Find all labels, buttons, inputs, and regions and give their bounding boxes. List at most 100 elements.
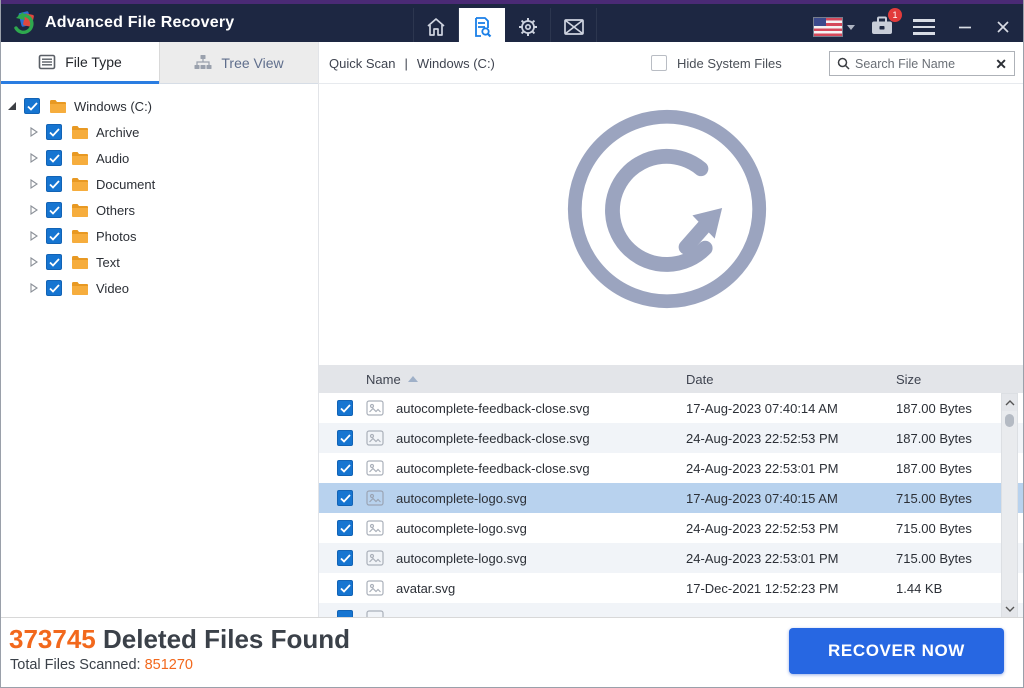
table-row-selected[interactable]: autocomplete-logo.svg 17-Aug-2023 07:40:… bbox=[319, 483, 1023, 513]
column-header-size[interactable]: Size bbox=[896, 372, 1023, 387]
scan-separator: | bbox=[404, 56, 407, 71]
tree-item-label: Video bbox=[96, 281, 129, 296]
tree-item-label: Photos bbox=[96, 229, 136, 244]
tree-checkbox[interactable] bbox=[46, 124, 62, 140]
row-checkbox[interactable] bbox=[337, 580, 353, 596]
tab-file-type[interactable]: File Type bbox=[1, 42, 159, 84]
titlebar-controls: 1 bbox=[814, 8, 1015, 46]
table-row[interactable]: autocomplete-feedback-close.svg 17-Aug-2… bbox=[319, 393, 1023, 423]
table-row[interactable]: avatar.svg 17-Dec-2021 12:52:23 PM 1.44 … bbox=[319, 573, 1023, 603]
chevron-down-icon bbox=[847, 25, 855, 30]
tree-root-windows-c[interactable]: Windows (C:) bbox=[1, 93, 318, 119]
tree-checkbox[interactable] bbox=[46, 254, 62, 270]
row-checkbox[interactable] bbox=[337, 550, 353, 566]
clear-search-icon[interactable]: ✕ bbox=[995, 57, 1007, 71]
table-row-partial[interactable] bbox=[319, 603, 1023, 618]
toolbox-button[interactable]: 1 bbox=[869, 13, 895, 42]
hide-system-files-checkbox[interactable] bbox=[651, 55, 667, 71]
table-row[interactable]: autocomplete-feedback-close.svg 24-Aug-2… bbox=[319, 453, 1023, 483]
scroll-up-button[interactable] bbox=[1002, 394, 1017, 411]
tree-checkbox[interactable] bbox=[46, 280, 62, 296]
tree-item-archive[interactable]: Archive bbox=[1, 119, 318, 145]
scan-type-label: Quick Scan bbox=[329, 56, 395, 71]
folder-tree: Windows (C:) Archive Audio Document bbox=[1, 84, 318, 301]
tree-item-others[interactable]: Others bbox=[1, 197, 318, 223]
chevron-down-icon bbox=[1005, 606, 1015, 612]
file-date: 17-Aug-2023 07:40:14 AM bbox=[686, 401, 896, 416]
folder-icon bbox=[71, 203, 89, 218]
expand-arrow-icon[interactable] bbox=[28, 231, 40, 241]
folder-icon bbox=[49, 99, 67, 114]
tree-item-label: Audio bbox=[96, 151, 129, 166]
recover-now-button[interactable]: RECOVER NOW bbox=[789, 628, 1004, 674]
scrollbar-thumb[interactable] bbox=[1005, 414, 1014, 427]
scanned-files-count: 851270 bbox=[145, 657, 193, 673]
expand-arrow-icon[interactable] bbox=[28, 153, 40, 163]
file-date: 24-Aug-2023 22:52:53 PM bbox=[686, 521, 896, 536]
collapse-arrow-icon[interactable] bbox=[6, 102, 18, 111]
titlebar: Advanced File Recovery bbox=[1, 0, 1023, 42]
folder-icon bbox=[71, 281, 89, 296]
tree-item-video[interactable]: Video bbox=[1, 275, 318, 301]
deleted-files-label: Deleted Files Found bbox=[103, 624, 350, 654]
menu-button[interactable] bbox=[909, 15, 939, 38]
table-row[interactable]: autocomplete-logo.svg 24-Aug-2023 22:53:… bbox=[319, 543, 1023, 573]
document-search-icon bbox=[470, 15, 494, 39]
tab-tree-view[interactable]: Tree View bbox=[159, 42, 318, 83]
folder-icon bbox=[71, 151, 89, 166]
scroll-down-button[interactable] bbox=[1002, 600, 1017, 617]
tree-item-audio[interactable]: Audio bbox=[1, 145, 318, 171]
expand-arrow-icon[interactable] bbox=[28, 179, 40, 189]
deleted-files-summary: 373745 Deleted Files Found bbox=[9, 624, 350, 655]
scanned-files-summary: Total Files Scanned: 851270 bbox=[10, 657, 193, 673]
settings-button[interactable] bbox=[505, 8, 551, 46]
tree-checkbox[interactable] bbox=[24, 98, 40, 114]
tree-checkbox[interactable] bbox=[46, 176, 62, 192]
row-checkbox[interactable] bbox=[337, 400, 353, 416]
file-name: autocomplete-feedback-close.svg bbox=[396, 461, 686, 476]
row-checkbox[interactable] bbox=[337, 430, 353, 446]
vertical-scrollbar[interactable] bbox=[1001, 393, 1018, 618]
mail-button[interactable] bbox=[551, 8, 597, 46]
folder-icon bbox=[71, 229, 89, 244]
search-input[interactable] bbox=[855, 57, 990, 71]
tree-item-photos[interactable]: Photos bbox=[1, 223, 318, 249]
file-name: autocomplete-logo.svg bbox=[396, 551, 686, 566]
view-tabs: File Type Tree View bbox=[1, 42, 318, 84]
folder-icon bbox=[71, 125, 89, 140]
table-header: Name Date Size bbox=[319, 365, 1023, 393]
tree-item-document[interactable]: Document bbox=[1, 171, 318, 197]
scan-results-tab[interactable] bbox=[459, 8, 505, 46]
column-header-name[interactable]: Name bbox=[366, 372, 686, 387]
search-icon bbox=[837, 57, 850, 70]
row-checkbox[interactable] bbox=[337, 520, 353, 536]
minimize-button[interactable] bbox=[953, 13, 977, 41]
image-file-icon bbox=[366, 580, 384, 596]
minimize-icon bbox=[957, 19, 973, 35]
scan-drive-label: Windows (C:) bbox=[417, 56, 495, 71]
expand-arrow-icon[interactable] bbox=[28, 127, 40, 137]
hide-system-files-toggle[interactable]: Hide System Files bbox=[651, 42, 782, 84]
image-file-icon bbox=[366, 460, 384, 476]
row-checkbox[interactable] bbox=[337, 460, 353, 476]
gear-icon bbox=[516, 15, 540, 39]
column-header-date[interactable]: Date bbox=[686, 372, 896, 387]
file-date: 24-Aug-2023 22:52:53 PM bbox=[686, 431, 896, 446]
close-button[interactable] bbox=[991, 13, 1015, 41]
language-selector[interactable] bbox=[814, 18, 855, 36]
expand-arrow-icon[interactable] bbox=[28, 205, 40, 215]
tab-file-type-label: File Type bbox=[65, 54, 122, 70]
row-checkbox[interactable] bbox=[337, 490, 353, 506]
table-row[interactable]: autocomplete-logo.svg 24-Aug-2023 22:52:… bbox=[319, 513, 1023, 543]
hide-system-files-label: Hide System Files bbox=[677, 56, 782, 71]
tree-item-text[interactable]: Text bbox=[1, 249, 318, 275]
tree-checkbox[interactable] bbox=[46, 150, 62, 166]
expand-arrow-icon[interactable] bbox=[28, 257, 40, 267]
tree-checkbox[interactable] bbox=[46, 202, 62, 218]
chevron-up-icon bbox=[1005, 400, 1015, 406]
expand-arrow-icon[interactable] bbox=[28, 283, 40, 293]
tree-checkbox[interactable] bbox=[46, 228, 62, 244]
folder-icon bbox=[71, 255, 89, 270]
table-row[interactable]: autocomplete-feedback-close.svg 24-Aug-2… bbox=[319, 423, 1023, 453]
home-button[interactable] bbox=[413, 8, 459, 46]
